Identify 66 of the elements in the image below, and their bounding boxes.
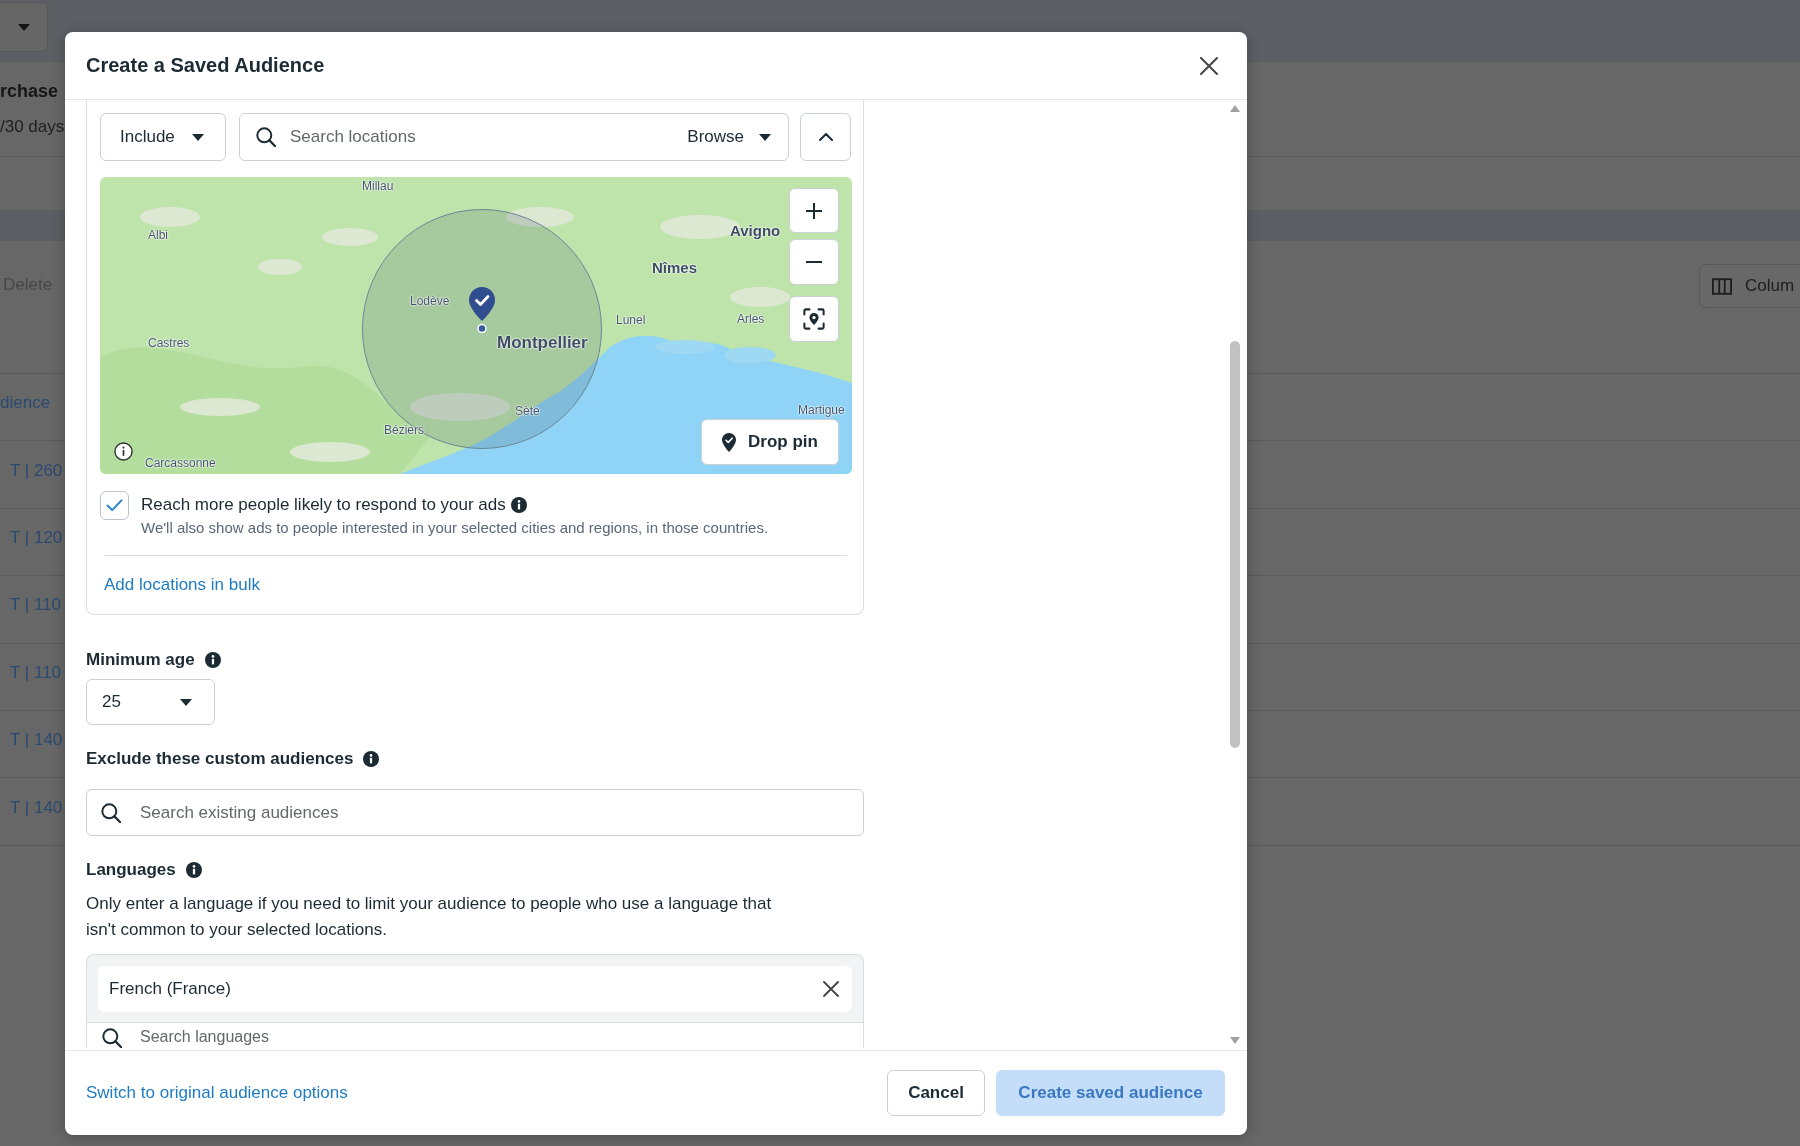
report-title: rchase xyxy=(0,80,59,102)
map-place-label: Albi xyxy=(148,228,168,242)
audience-name-link[interactable]: T | 120 xyxy=(10,527,63,548)
checkbox[interactable] xyxy=(100,491,129,520)
info-icon xyxy=(363,751,380,767)
search-icon xyxy=(102,1027,122,1048)
map-place-label: Nîmes xyxy=(652,259,698,277)
minus-icon xyxy=(806,261,822,263)
checkbox-note: We'll also show ads to people interested in your selected cities and regions, in those countries. xyxy=(141,518,769,538)
add-locations-link[interactable]: Add locations in bulk xyxy=(104,574,260,596)
map-place-label: Carcassonne xyxy=(145,456,216,470)
map-place-label: Lodève xyxy=(410,294,450,308)
caret-down-icon xyxy=(17,23,30,31)
map-place-label: Martigue xyxy=(798,403,845,417)
caret-down-icon xyxy=(180,698,192,706)
section-label: Minimum age xyxy=(86,649,195,671)
info-icon xyxy=(204,652,221,668)
language-chip[interactable]: French (France) xyxy=(98,966,852,1012)
audience-name-link[interactable]: T | 140 xyxy=(10,797,63,818)
recenter-button[interactable] xyxy=(789,296,839,342)
search-icon xyxy=(256,127,276,147)
info-icon[interactable] xyxy=(114,442,133,461)
dialog-title: Create a Saved Audience xyxy=(86,54,325,77)
info-icon xyxy=(185,862,202,878)
info-icon xyxy=(510,497,527,513)
location-pin-icon[interactable] xyxy=(469,287,495,333)
pin-icon xyxy=(722,432,737,452)
date-range-text: /30 days xyxy=(0,116,65,138)
caret-down-icon xyxy=(191,133,204,141)
columns-icon xyxy=(1712,277,1732,295)
switch-options-link[interactable]: Switch to original audience options xyxy=(86,1083,348,1103)
scroll-up-arrow-icon[interactable] xyxy=(1230,105,1240,112)
audience-name-link[interactable]: T | 140 xyxy=(10,730,63,751)
cancel-button[interactable]: Cancel xyxy=(887,1070,985,1116)
chevron-up-icon xyxy=(818,133,833,141)
map-place-label: Avigno xyxy=(730,222,781,240)
close-icon xyxy=(823,981,839,997)
map-place-label: Béziers xyxy=(384,423,424,437)
checkbox-label: Reach more people likely to respond to your ads xyxy=(141,494,506,516)
map-place-label: Lunel xyxy=(616,313,646,327)
map-place-label: Millau xyxy=(362,179,394,193)
map-place-label: Castres xyxy=(148,336,190,350)
section-label: Exclude these custom audiences xyxy=(86,748,354,770)
map-place-label: Montpellier xyxy=(497,334,588,352)
caret-down-icon xyxy=(759,133,771,141)
zoom-in-button[interactable] xyxy=(789,188,839,233)
close-icon xyxy=(1200,56,1218,75)
columns-button[interactable]: Colum xyxy=(1699,264,1800,308)
map-place-label: Sète xyxy=(515,404,540,418)
audience-search-field[interactable]: Search existing audiences xyxy=(86,789,864,836)
include-dropdown[interactable]: Include xyxy=(100,113,226,161)
check-icon xyxy=(106,499,123,512)
language-search-field[interactable]: Search languages xyxy=(87,1022,863,1048)
remove-button[interactable] xyxy=(823,981,839,997)
browse-button[interactable]: Browse xyxy=(683,127,775,147)
scrollbar-thumb[interactable] xyxy=(1230,341,1240,748)
section-label: Languages xyxy=(86,859,176,881)
audience-name-link[interactable]: T | 260 xyxy=(10,460,63,481)
age-select[interactable]: 25 xyxy=(86,679,215,725)
map-place-label: Arles xyxy=(737,312,765,326)
search-icon xyxy=(101,802,121,823)
help-text: Only enter a language if you need to limit your audience to people who use a language that isn't common to your selected locations. xyxy=(86,893,773,941)
drop-pin-button[interactable]: Drop pin xyxy=(701,419,839,465)
locate-icon xyxy=(803,308,825,330)
scroll-down-arrow-icon[interactable] xyxy=(1230,1037,1240,1044)
plus-icon xyxy=(806,202,822,219)
